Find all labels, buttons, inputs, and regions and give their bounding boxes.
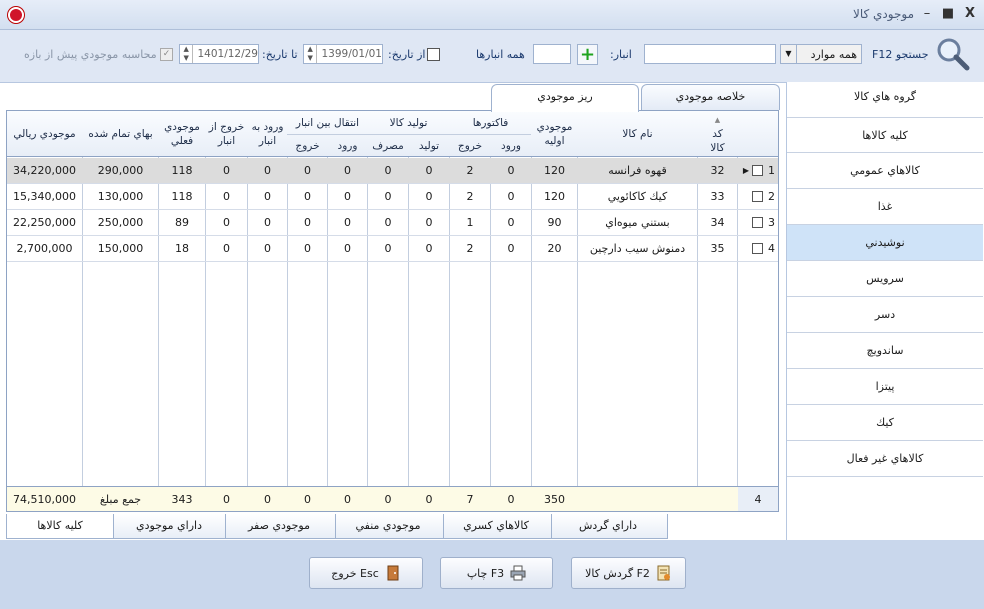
window-title: موجودي كالا	[852, 7, 914, 21]
footer-count: 4	[738, 487, 778, 511]
filter-value: همه موارد	[810, 47, 857, 61]
header-invoices: فاكتورها	[472, 116, 509, 129]
bottom-tabs: داراي گردش كالاهاي كسري موجودي منفي موجو…	[0, 514, 780, 540]
app-icon[interactable]	[8, 7, 24, 23]
groups-panel: گروه هاي كالا كليه كالاها كالاهاي عمومي …	[786, 82, 984, 540]
minimize-button[interactable]: –	[918, 5, 936, 23]
header-production: توليد كالا	[389, 116, 428, 129]
group-item-selected[interactable]: نوشيدني	[787, 225, 983, 261]
header-inv-out[interactable]: خروج	[450, 134, 490, 157]
group-item[interactable]: كيك	[787, 405, 983, 441]
header-select	[738, 111, 778, 157]
groups-title: گروه هاي كالا	[854, 90, 916, 103]
group-item[interactable]: كالاهاي غير فعال	[787, 441, 983, 477]
from-date-label: از تاريخ:	[388, 48, 426, 61]
header-transfer: انتقال بين انبار	[295, 116, 360, 129]
header-name[interactable]: نام كالا	[578, 111, 697, 157]
door-icon	[387, 565, 399, 581]
footer-current: 343	[171, 493, 193, 506]
group-item[interactable]: كالاهاي عمومي	[787, 153, 983, 189]
tab-has-turnover[interactable]: داراي گردش	[548, 514, 668, 539]
header-wh-in[interactable]: ورود به انبار	[248, 111, 287, 157]
to-date-label: تا تاريخ:	[262, 48, 298, 61]
ledger-icon	[657, 565, 670, 581]
row-pointer-icon: ▶	[742, 166, 750, 175]
row-checkbox[interactable]	[752, 191, 763, 202]
group-item[interactable]: غذا	[787, 189, 983, 225]
plus-icon: +	[579, 44, 596, 65]
row-checkbox[interactable]	[752, 243, 763, 254]
tab-detail[interactable]: ريز موجودي	[491, 84, 639, 112]
table-row[interactable]: 3 34 بستني ميوه‌اي 90 0 1 0 0 0 0 0 0 89…	[7, 210, 778, 236]
to-date-field[interactable]: ▲ ▼ 1401/12/29	[179, 44, 259, 64]
warehouse-label: انبار:	[610, 48, 632, 61]
header-tr-in[interactable]: ورود	[328, 134, 367, 157]
tab-zero[interactable]: موجودي صفر	[222, 514, 336, 539]
tab-negative[interactable]: موجودي منفي	[332, 514, 444, 539]
pre-range-label: محاسبه موجودي پيش از بازه	[24, 48, 157, 61]
all-warehouses-label: همه انبارها	[476, 48, 525, 61]
chevron-down-icon[interactable]: ▼	[781, 45, 797, 63]
from-date-checkbox[interactable]	[427, 48, 440, 61]
header-produce[interactable]: توليد	[409, 134, 449, 157]
search-label: جستجو F12	[872, 48, 929, 61]
search-input[interactable]	[644, 44, 776, 64]
footer-initial: 350	[544, 493, 565, 506]
grid-footer: 4 350 0 7 0 0 0 0 0 0 343 جمع مبلغ 74,51…	[7, 486, 778, 511]
footer-label: جمع مبلغ	[99, 493, 142, 506]
exit-button[interactable]: خروج Esc	[309, 557, 423, 589]
maximize-button[interactable]: ■	[939, 5, 957, 23]
header-initial[interactable]: موجودي اوليه	[532, 111, 577, 157]
row-checkbox[interactable]	[752, 217, 763, 228]
turnover-button[interactable]: گردش كالا F2	[571, 557, 686, 589]
header-tr-out[interactable]: خروج	[288, 134, 327, 157]
print-button[interactable]: چاپ F3	[440, 557, 553, 589]
footer-value: 74,510,000	[13, 493, 76, 506]
tab-shortage[interactable]: كالاهاي كسري	[440, 514, 552, 539]
tab-all-goods[interactable]: كليه كالاها	[6, 514, 114, 539]
close-button[interactable]: X	[961, 5, 979, 23]
group-item[interactable]: ساندويچ	[787, 333, 983, 369]
header-current[interactable]: موجودي فعلي	[159, 111, 205, 157]
date-spinner[interactable]: ▲ ▼	[304, 45, 318, 63]
group-item[interactable]: دسر	[787, 297, 983, 333]
table-row[interactable]: 1 ▶ 32 قهوه فرانسه 120 0 2 0 0 0 0 0 0 1…	[7, 158, 778, 184]
header-inv-in[interactable]: ورود	[491, 134, 531, 157]
group-item[interactable]: پيتزا	[787, 369, 983, 405]
group-item[interactable]: كليه كالاها	[787, 117, 983, 153]
row-checkbox[interactable]	[752, 165, 763, 176]
tab-has-stock[interactable]: داراي موجودي	[112, 514, 226, 539]
date-spinner[interactable]: ▲ ▼	[180, 45, 194, 63]
pre-range-checkbox[interactable]: ✓	[160, 48, 173, 61]
from-date-field[interactable]: ▲ ▼ 1399/01/01	[303, 44, 383, 64]
group-item[interactable]: سرويس	[787, 261, 983, 297]
magnifier-icon[interactable]	[935, 36, 971, 72]
header-wh-out[interactable]: خروج از انبار	[206, 111, 247, 157]
header-code[interactable]: ▲ كد كالا	[698, 111, 737, 157]
inventory-grid[interactable]: ▲ كد كالا نام كالا موجودي اوليه فاكتورها …	[6, 110, 779, 512]
header-consume[interactable]: مصرف	[368, 134, 408, 157]
header-unit-cost[interactable]: بهاي تمام شده	[83, 111, 158, 157]
table-row[interactable]: 4 35 دمنوش سيب دارچين 20 0 2 0 0 0 0 0 0…	[7, 236, 778, 262]
filter-select[interactable]: ▼ همه موارد	[780, 44, 862, 64]
tab-summary[interactable]: خلاصه موجودي	[641, 84, 780, 110]
header-value[interactable]: موجودي ريالي	[7, 111, 82, 157]
warehouse-input[interactable]	[533, 44, 571, 64]
printer-icon	[510, 565, 526, 581]
toolbar: جستجو F12 ▼ همه موارد انبار: + همه انبار…	[0, 30, 984, 82]
table-row[interactable]: 2 33 كيك كاكائويي 120 0 2 0 0 0 0 0 0 11…	[7, 184, 778, 210]
title-bar: موجودي كالا – ■ X	[0, 0, 984, 30]
add-warehouse-button[interactable]: +	[577, 44, 598, 65]
